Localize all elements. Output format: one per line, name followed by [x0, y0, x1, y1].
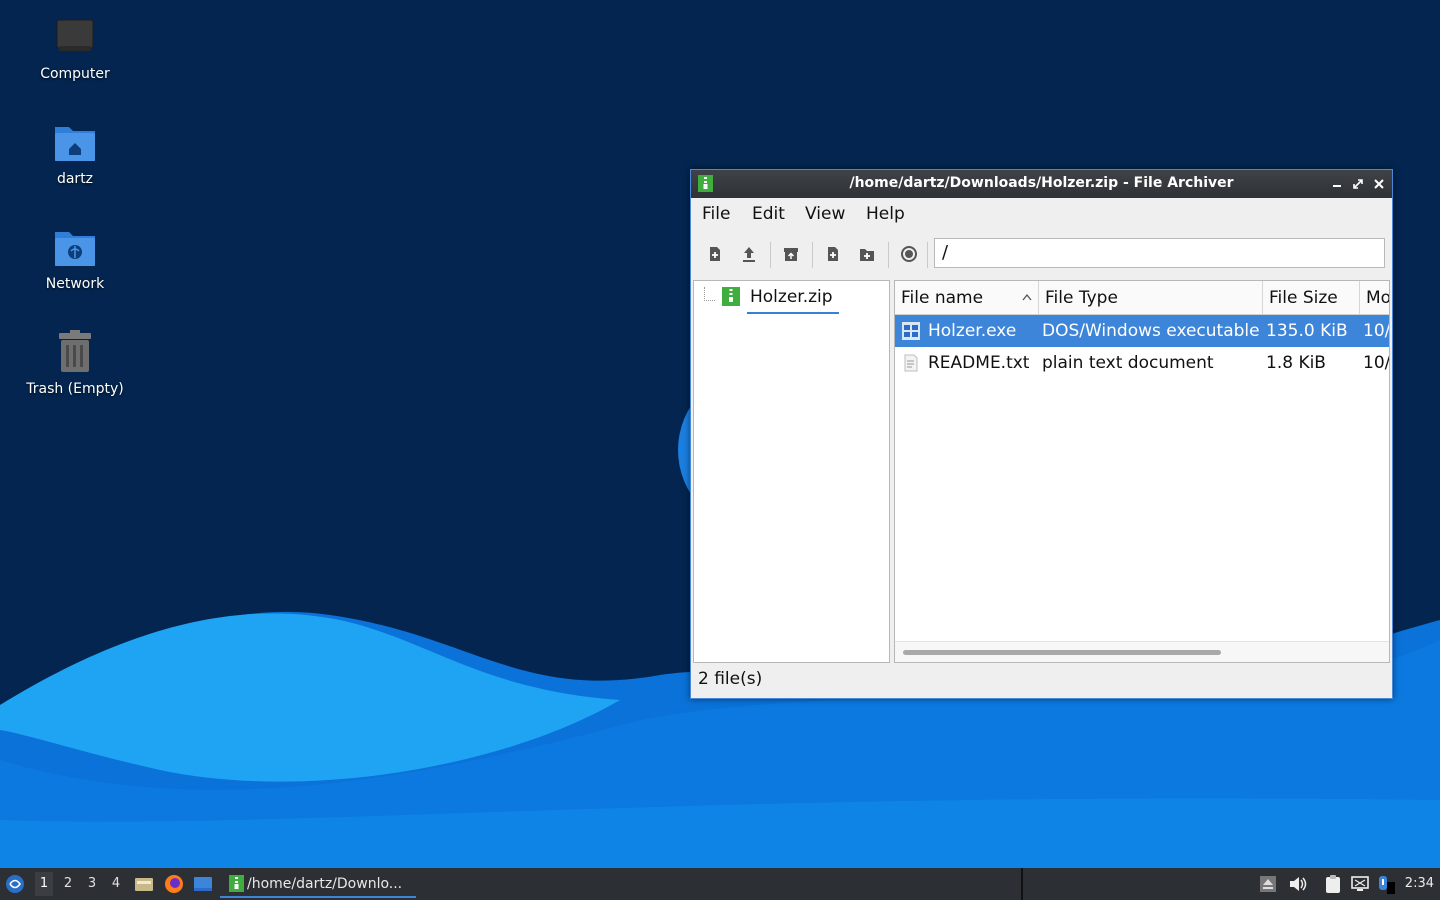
open-archive-icon[interactable] — [739, 244, 759, 264]
toolbar: / — [691, 230, 1392, 278]
desktop-icon-label: Network — [45, 276, 105, 292]
workspace-1[interactable]: 1 — [35, 872, 53, 896]
file-size: 135.0 KiB — [1266, 321, 1348, 341]
minimize-icon — [1333, 185, 1341, 187]
window-title: /home/dartz/Downloads/Holzer.zip - File … — [849, 175, 1234, 191]
desktop-icon-trash[interactable]: Trash (Empty) — [15, 329, 135, 397]
column-header-label: File Size — [1269, 288, 1338, 308]
maximize-icon — [1353, 179, 1363, 189]
file-type: DOS/Windows executable — [1042, 321, 1260, 341]
desktop-icon-label: Trash (Empty) — [26, 381, 124, 397]
firefox-icon[interactable] — [164, 874, 184, 894]
taskbar: 1 2 3 4 /home/dartz/Downlo... 2:34 — [0, 868, 1440, 900]
menu-view[interactable]: View — [805, 204, 845, 224]
window-titlebar[interactable]: /home/dartz/Downloads/Holzer.zip - File … — [691, 170, 1392, 198]
file-modified: 10/ — [1363, 321, 1390, 341]
new-archive-icon[interactable] — [705, 244, 725, 264]
file-size: 1.8 KiB — [1266, 353, 1326, 373]
menu-file[interactable]: File — [702, 204, 730, 224]
volume-icon[interactable] — [1287, 874, 1307, 894]
maximize-button[interactable] — [1349, 175, 1367, 193]
minimize-button[interactable] — [1328, 175, 1346, 193]
computer-icon — [51, 14, 99, 62]
file-name: Holzer.exe — [928, 321, 1017, 341]
windows-exe-icon — [902, 322, 920, 340]
workspace-4[interactable]: 4 — [107, 876, 125, 891]
toolbar-separator — [927, 242, 928, 268]
taskbar-window-button[interactable]: /home/dartz/Downlo... — [220, 870, 416, 898]
trash-icon — [51, 329, 99, 377]
desktop-icon-network[interactable]: Network — [15, 224, 135, 292]
file-list-pane: File name File Type File Size Mo Holzer.… — [894, 280, 1390, 663]
archive-app-icon — [229, 875, 244, 892]
network-status-icon[interactable] — [1350, 874, 1370, 894]
file-archiver-window: /home/dartz/Downloads/Holzer.zip - File … — [690, 169, 1393, 699]
file-name: README.txt — [928, 353, 1030, 373]
add-files-icon[interactable] — [823, 244, 843, 264]
taskbar-window-label: /home/dartz/Downlo... — [247, 876, 403, 892]
folder-tree-pane: Holzer.zip — [693, 280, 890, 663]
scrollbar-thumb[interactable] — [903, 650, 1221, 655]
toolbar-separator — [770, 242, 771, 268]
column-header-modified[interactable]: Mo — [1360, 281, 1390, 314]
menu-edit[interactable]: Edit — [752, 204, 785, 224]
text-file-icon — [904, 354, 918, 372]
desktop-icon-label: dartz — [56, 171, 94, 187]
file-list-header: File name File Type File Size Mo — [895, 281, 1390, 315]
taskbar-separator — [1021, 868, 1023, 900]
file-manager-icon[interactable] — [134, 874, 154, 894]
update-notifier-icon[interactable] — [1377, 874, 1395, 894]
clipboard-icon[interactable] — [1323, 874, 1343, 894]
menu-help[interactable]: Help — [866, 204, 905, 224]
add-folder-icon[interactable] — [857, 244, 877, 264]
active-task-indicator — [220, 896, 416, 898]
close-icon — [1374, 179, 1384, 189]
tree-item-label: Holzer.zip — [750, 287, 833, 307]
tree-connector — [704, 287, 715, 301]
show-desktop-icon[interactable] — [193, 874, 213, 894]
toolbar-separator — [812, 242, 813, 268]
file-modified: 10/ — [1363, 353, 1390, 373]
file-row[interactable]: README.txt plain text document 1.8 KiB 1… — [895, 347, 1390, 379]
desktop-icon-computer[interactable]: Computer — [15, 14, 135, 82]
extract-icon[interactable] — [781, 244, 801, 264]
desktop-icon-label: Computer — [40, 66, 110, 82]
toolbar-separator — [888, 242, 889, 268]
column-header-label: File Type — [1045, 288, 1118, 308]
clock[interactable]: 2:34 — [1405, 876, 1434, 891]
workspace-2[interactable]: 2 — [59, 876, 77, 891]
eject-icon[interactable] — [1258, 874, 1278, 894]
network-folder-icon — [51, 224, 99, 272]
column-header-label: File name — [901, 288, 984, 308]
file-row[interactable]: Holzer.exe DOS/Windows executable 135.0 … — [895, 315, 1390, 347]
home-folder-icon — [51, 119, 99, 167]
close-button[interactable] — [1370, 175, 1388, 193]
zip-archive-icon — [722, 287, 740, 306]
location-field[interactable]: / — [934, 238, 1385, 268]
column-header-label: Mo — [1366, 288, 1390, 308]
sort-ascending-icon — [1022, 293, 1032, 301]
column-header-type[interactable]: File Type — [1039, 281, 1263, 314]
horizontal-scrollbar[interactable] — [895, 641, 1389, 662]
tree-item-focus-underline — [747, 312, 839, 314]
desktop-icon-home[interactable]: dartz — [15, 119, 135, 187]
menu-bar: File Edit View Help — [691, 198, 1392, 230]
column-header-name[interactable]: File name — [895, 281, 1039, 314]
stop-icon[interactable] — [899, 244, 919, 264]
start-menu-icon[interactable] — [5, 874, 25, 894]
workspace-3[interactable]: 3 — [83, 876, 101, 891]
status-bar: 2 file(s) — [698, 669, 763, 689]
file-type: plain text document — [1042, 353, 1214, 373]
column-header-size[interactable]: File Size — [1263, 281, 1360, 314]
